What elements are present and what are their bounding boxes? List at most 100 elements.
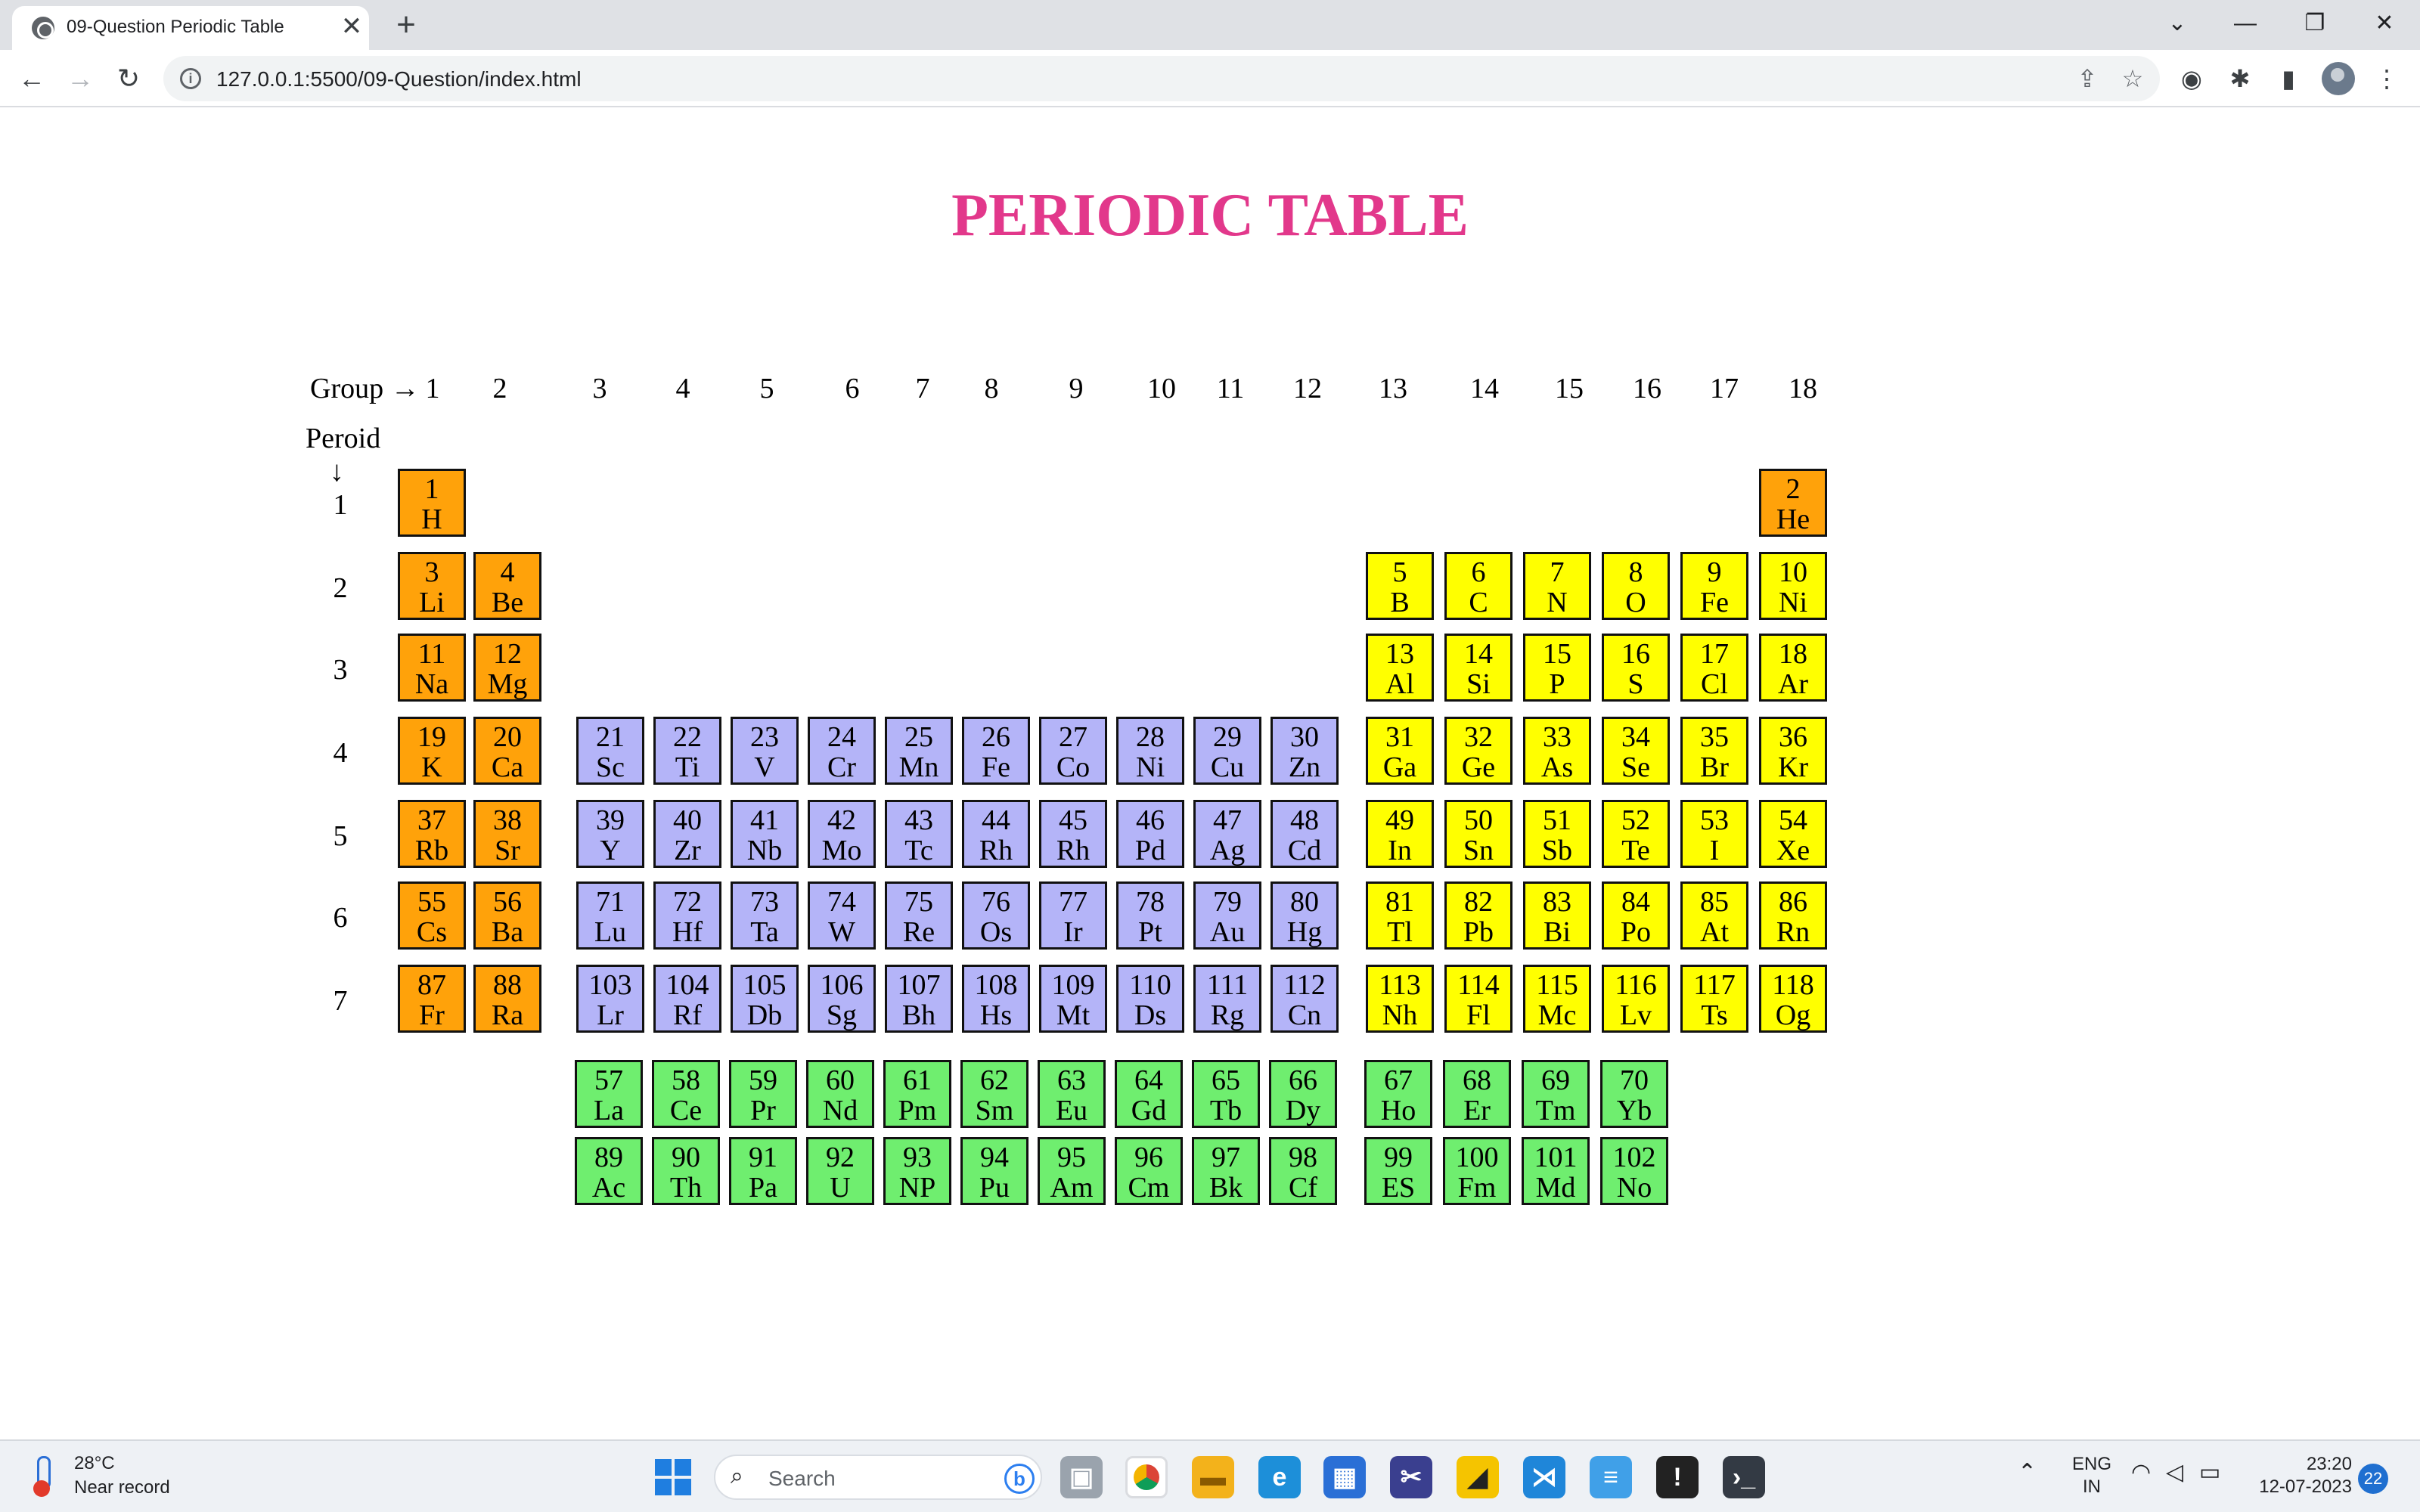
element-symbol: Br [1700, 751, 1729, 783]
element-cell: 45 Rh [1039, 800, 1107, 868]
taskbar-search[interactable]: ⌕ Search b [714, 1455, 1042, 1500]
app-notification-icon[interactable]: ! [1656, 1456, 1699, 1498]
reload-icon[interactable]: ↻ [109, 59, 148, 98]
bing-icon[interactable]: b [1004, 1464, 1035, 1494]
browser-toolbar: ← → ↻ i 127.0.0.1:5500/09-Question/index… [0, 50, 2420, 107]
back-arrow-icon[interactable]: ← [12, 59, 51, 98]
atomic-number: 53 [1700, 804, 1729, 836]
snipping-tool-icon[interactable]: ✂ [1390, 1456, 1432, 1498]
element-cell: 114 Fl [1444, 965, 1512, 1033]
task-view-icon[interactable]: ▣ [1060, 1456, 1103, 1498]
group-number: 6 [845, 373, 860, 404]
element-symbol: K [421, 751, 442, 783]
element-cell: 102 No [1600, 1137, 1668, 1205]
atomic-number: 44 [982, 804, 1010, 836]
bookmark-star-icon[interactable]: ☆ [2118, 64, 2148, 94]
element-symbol: No [1616, 1172, 1652, 1204]
windows-start-icon[interactable] [655, 1459, 691, 1495]
element-symbol: Cr [827, 751, 856, 783]
element-symbol: Fl [1466, 999, 1491, 1031]
browser-tab[interactable]: 09-Question Periodic Table ✕ [12, 6, 369, 50]
element-cell: 1H [398, 469, 466, 537]
element-cell: 80 Hg [1270, 881, 1339, 950]
language-indicator[interactable]: ENG IN [2069, 1453, 2114, 1498]
element-symbol: Sm [975, 1095, 1014, 1126]
battery-icon[interactable]: ▭ [2199, 1459, 2220, 1486]
share-icon[interactable]: ⇪ [2072, 64, 2102, 94]
atomic-number: 104 [666, 969, 709, 1001]
new-tab-button[interactable]: + [386, 8, 427, 42]
element-symbol: Yb [1616, 1095, 1652, 1126]
system-clock[interactable]: 23:20 12-07-2023 [2231, 1453, 2352, 1498]
element-cell: 37 Rb [398, 800, 466, 868]
chrome-icon[interactable] [1125, 1456, 1168, 1498]
element-cell: 30 Zn [1270, 717, 1339, 785]
forward-arrow-icon[interactable]: → [60, 59, 100, 98]
side-panel-icon[interactable]: ▮ [2272, 62, 2305, 95]
address-bar[interactable]: i 127.0.0.1:5500/09-Question/index.html … [163, 56, 2160, 101]
weather-temperature[interactable]: 28°C [74, 1453, 115, 1474]
notepad-icon[interactable]: ≡ [1590, 1456, 1632, 1498]
atomic-number: 35 [1700, 721, 1729, 753]
atomic-number: 43 [904, 804, 933, 836]
atomic-number: 10 [1779, 556, 1807, 588]
volume-icon[interactable]: ◁ [2166, 1459, 2183, 1486]
wifi-icon[interactable]: ◠ [2131, 1459, 2151, 1486]
element-cell: 49 In [1366, 800, 1434, 868]
element-symbol: Ra [491, 999, 524, 1031]
group-number: 5 [759, 373, 774, 404]
element-symbol: Ac [591, 1172, 626, 1204]
profile-avatar[interactable] [2322, 62, 2355, 95]
element-symbol: Ge [1461, 751, 1496, 783]
element-cell: 110 Ds [1116, 965, 1184, 1033]
atomic-number: 114 [1457, 969, 1500, 1001]
element-cell: 25 Mn [885, 717, 953, 785]
element-cell: 83 Bi [1523, 881, 1591, 950]
tab-search-icon[interactable]: ⌄ [2143, 3, 2211, 44]
element-cell: 112 Cn [1270, 965, 1339, 1033]
atomic-number: 34 [1621, 721, 1650, 753]
edge-icon[interactable]: e [1258, 1456, 1301, 1498]
weather-description[interactable]: Near record [74, 1477, 170, 1498]
element-symbol: Db [746, 999, 783, 1031]
globe-icon [32, 17, 54, 39]
vscode-icon[interactable]: ⋊ [1523, 1456, 1565, 1498]
atomic-number: 62 [980, 1064, 1009, 1096]
element-cell: 17 Cl [1680, 634, 1748, 702]
period-number: 5 [333, 820, 348, 852]
element-cell: 53 I [1680, 800, 1748, 868]
atomic-number: 87 [417, 969, 446, 1001]
element-symbol: O [1625, 587, 1646, 618]
file-explorer-icon[interactable]: ▬ [1192, 1456, 1234, 1498]
element-symbol: Si [1466, 668, 1491, 700]
atomic-number: 50 [1464, 804, 1493, 836]
atomic-number: 41 [750, 804, 779, 836]
extension-circle-icon[interactable]: ◉ [2175, 62, 2208, 95]
notification-badge[interactable]: 22 [2358, 1464, 2388, 1494]
close-tab-icon[interactable]: ✕ [339, 14, 365, 39]
element-symbol: Fm [1457, 1172, 1497, 1204]
element-cell: 59 Pr [729, 1060, 797, 1128]
url-text[interactable]: 127.0.0.1:5500/09-Question/index.html [216, 67, 582, 91]
minimize-button[interactable]: — [2211, 3, 2279, 44]
atomic-number: 23 [750, 721, 779, 753]
microsoft-store-icon[interactable]: ▦ [1323, 1456, 1366, 1498]
element-symbol: La [593, 1095, 625, 1126]
element-symbol: ES [1381, 1172, 1416, 1204]
extensions-puzzle-icon[interactable]: ✱ [2223, 62, 2257, 95]
site-info-icon[interactable]: i [180, 68, 201, 89]
element-cell: 13 Al [1366, 634, 1434, 702]
atomic-number: 109 [1051, 969, 1095, 1001]
more-menu-icon[interactable]: ⋮ [2370, 62, 2403, 95]
close-window-button[interactable]: ✕ [2350, 3, 2418, 44]
group-number: 10 [1147, 373, 1176, 404]
search-icon: ⌕ [731, 1464, 743, 1489]
restore-button[interactable]: ❐ [2281, 3, 2349, 44]
show-hidden-icons-icon[interactable]: ⌃ [2018, 1459, 2037, 1486]
sticky-notes-icon[interactable]: ◢ [1457, 1456, 1499, 1498]
thermometer-icon[interactable] [30, 1456, 53, 1497]
terminal-icon[interactable]: ›_ [1723, 1456, 1765, 1498]
element-cell: 7N [1523, 552, 1591, 620]
element-cell: 79 Au [1193, 881, 1261, 950]
element-cell: 21 Sc [576, 717, 644, 785]
